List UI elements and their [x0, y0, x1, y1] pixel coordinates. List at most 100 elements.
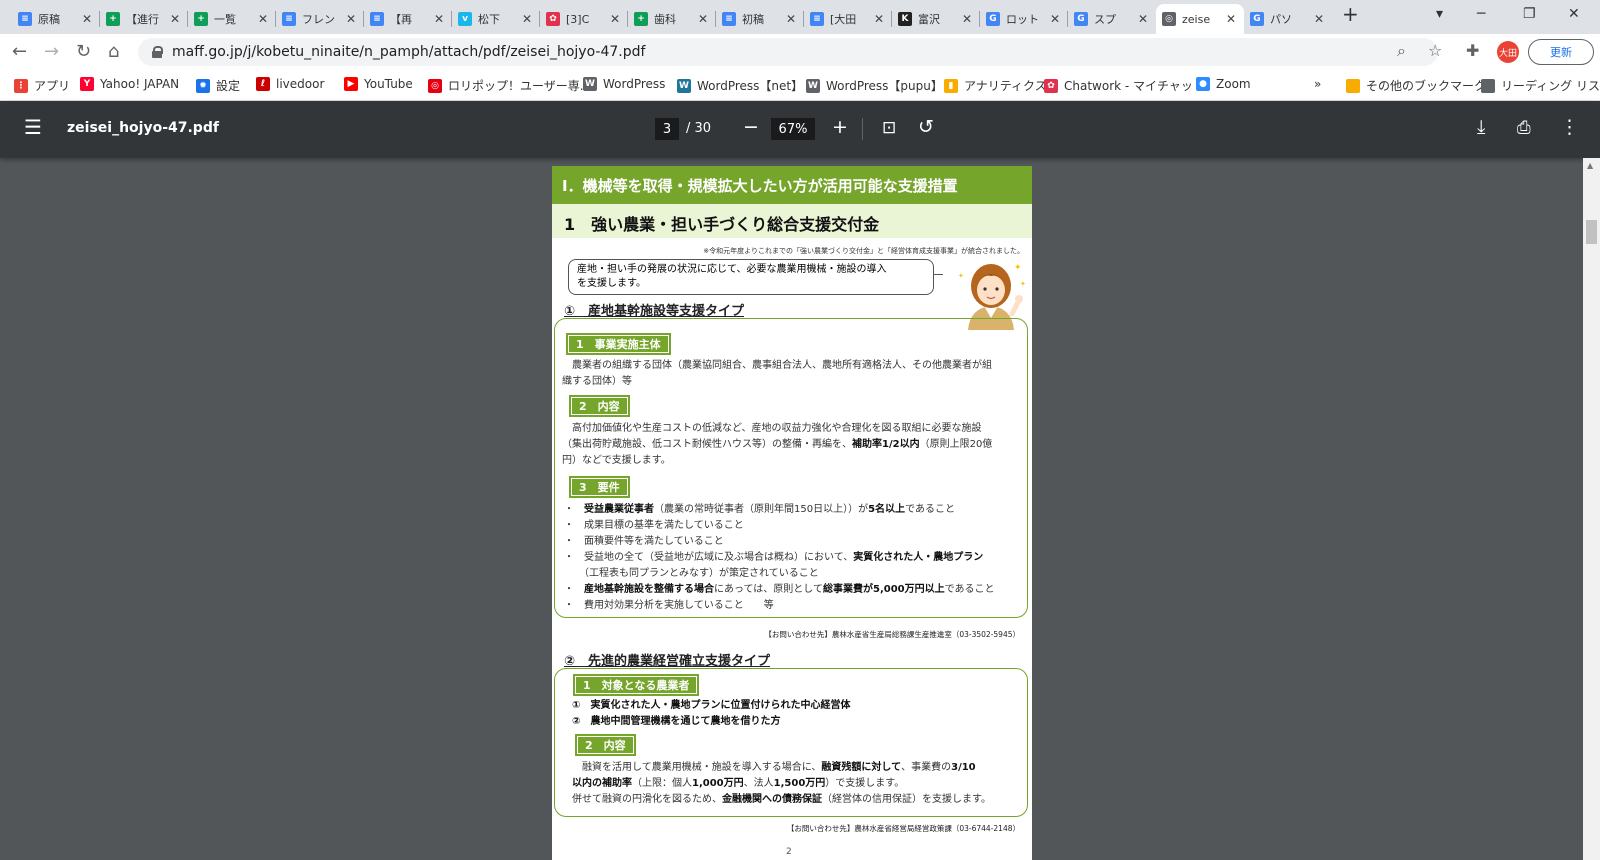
- pdf-page: Ⅰ．機械等を取得・規模拡大したい方が活用可能な支援措置 1 強い農業・担い手づく…: [552, 166, 1032, 860]
- tab-title: ロット: [1006, 13, 1039, 26]
- tab-favicon-icon: ≡: [18, 12, 32, 26]
- close-tab-icon[interactable]: ✕: [346, 12, 356, 26]
- menu-icon[interactable]: ☰: [24, 115, 42, 139]
- bookmark-item[interactable]: ✹ 設定: [196, 77, 240, 94]
- browser-tab[interactable]: ◎ zeise ✕: [1156, 4, 1244, 34]
- body-text: ① 実質化された人・農地プランに位置付けられた中心経営体 ② 農地中間管理機構を…: [572, 700, 851, 727]
- browser-tab[interactable]: G スプ ✕: [1068, 4, 1154, 34]
- browser-tab[interactable]: + 歯科 ✕: [628, 4, 714, 34]
- fit-page-icon[interactable]: ⊡: [882, 118, 896, 138]
- bookmark-item[interactable]: ▮ アナリティクス: [944, 77, 1047, 94]
- body-text: 農業者の組織する団体（農業協同組合、農事組合法人、農地所有適格法人、その他農業者…: [562, 360, 992, 387]
- browser-tab[interactable]: K 富沢 ✕: [892, 4, 978, 34]
- tab-favicon-icon: +: [106, 12, 120, 26]
- bubble-line: 産地・担い手の発展の状況に応じて、必要な農業用機械・施設の導入: [577, 264, 887, 275]
- section-title: ① 産地基幹施設等支援タイプ: [564, 304, 745, 319]
- close-tab-icon[interactable]: ✕: [82, 12, 92, 26]
- close-tab-icon[interactable]: ✕: [434, 12, 444, 26]
- bookmark-label: その他のブックマーク: [1366, 79, 1487, 93]
- bookmark-label: livedoor: [276, 77, 325, 91]
- more-bookmarks-button[interactable]: »: [1314, 77, 1321, 91]
- close-tab-icon[interactable]: ✕: [962, 12, 972, 26]
- bookmark-item[interactable]: ⋮ アプリ: [14, 77, 70, 94]
- bookmark-item[interactable]: ✿ Chatwork - マイチャット: [1044, 77, 1205, 94]
- close-tab-icon[interactable]: ✕: [874, 12, 884, 26]
- bookmark-label: YouTube: [364, 77, 413, 91]
- browser-tab[interactable]: ≡ フレン ✕: [276, 4, 362, 34]
- pdf-toolbar: ☰ zeisei_hojyo-47.pdf 3 / 30 − 67% + ⊡ ↺…: [0, 101, 1600, 158]
- tab-search-icon[interactable]: ▾: [1436, 6, 1443, 22]
- browser-tab[interactable]: G パソ ✕: [1244, 4, 1330, 34]
- bookmark-item[interactable]: W WordPress: [583, 77, 665, 91]
- close-tab-icon[interactable]: ✕: [1226, 12, 1236, 26]
- bookmark-label: Chatwork - マイチャット: [1064, 79, 1205, 93]
- bookmark-item[interactable]: ▶ YouTube: [344, 77, 413, 91]
- toolbar-divider: [862, 118, 863, 140]
- tab-separator: [803, 11, 804, 27]
- reload-icon[interactable]: ↻: [76, 41, 91, 62]
- tab-separator: [99, 11, 100, 27]
- browser-tab[interactable]: ≡ [大田 ✕: [804, 4, 890, 34]
- close-tab-icon[interactable]: ✕: [522, 12, 532, 26]
- bookmark-item[interactable]: ℓ livedoor: [256, 77, 324, 91]
- reading-list-icon: [1481, 78, 1495, 93]
- forward-icon[interactable]: →: [44, 41, 59, 62]
- tab-separator: [715, 11, 716, 27]
- bookmark-favicon-icon: W: [806, 78, 820, 93]
- close-tab-icon[interactable]: ✕: [170, 12, 180, 26]
- tab-separator: [539, 11, 540, 27]
- close-tab-icon[interactable]: ✕: [610, 12, 620, 26]
- bookmark-star-icon[interactable]: ☆: [1428, 41, 1442, 60]
- page-number-input[interactable]: 3: [655, 118, 679, 140]
- zoom-search-icon[interactable]: ⌕: [1397, 41, 1406, 61]
- close-tab-icon[interactable]: ✕: [1138, 12, 1148, 26]
- tab-favicon-icon: G: [1250, 12, 1264, 26]
- back-icon[interactable]: ←: [12, 41, 27, 62]
- reading-list-button[interactable]: リーディング リスト: [1481, 77, 1600, 94]
- scrollbar-thumb[interactable]: [1586, 220, 1597, 244]
- close-tab-icon[interactable]: ✕: [1314, 12, 1324, 26]
- address-bar[interactable]: maff.go.jp/j/kobetu_ninaite/n_pamph/atta…: [138, 38, 1438, 66]
- address-toolbar: ← → ↻ ⌂ maff.go.jp/j/kobetu_ninaite/n_pa…: [0, 34, 1600, 70]
- minimize-button[interactable]: ─: [1477, 6, 1485, 22]
- bookmark-favicon-icon: ℓ: [256, 77, 270, 91]
- browser-tab[interactable]: ≡ 初稿 ✕: [716, 4, 802, 34]
- print-icon[interactable]: ⎙: [1517, 118, 1531, 138]
- zoom-in-icon[interactable]: +: [832, 116, 848, 138]
- restore-button[interactable]: ❐: [1523, 6, 1536, 22]
- lock-icon[interactable]: [152, 46, 163, 58]
- home-icon[interactable]: ⌂: [108, 41, 119, 62]
- close-tab-icon[interactable]: ✕: [258, 12, 268, 26]
- tab-title: 【再: [390, 13, 412, 26]
- browser-tab[interactable]: v 松下 ✕: [452, 4, 538, 34]
- more-options-icon[interactable]: ⋮: [1560, 116, 1579, 138]
- download-icon[interactable]: ⤓: [1477, 116, 1485, 138]
- bookmark-item[interactable]: ● Zoom: [1196, 77, 1251, 91]
- bookmark-item[interactable]: ◎ ロリポップ！ユーザー専...: [428, 77, 591, 94]
- bookmark-item[interactable]: Y Yahoo! JAPAN: [80, 77, 179, 91]
- close-tab-icon[interactable]: ✕: [1050, 12, 1060, 26]
- extensions-icon[interactable]: ✚: [1466, 41, 1479, 60]
- tab-separator: [627, 11, 628, 27]
- browser-tab[interactable]: ✿ [3]C ✕: [540, 4, 626, 34]
- tab-title: 富沢: [918, 13, 940, 26]
- close-window-button[interactable]: ✕: [1568, 6, 1580, 22]
- scroll-up-icon[interactable]: ▲: [1587, 161, 1593, 170]
- browser-tab[interactable]: G ロット ✕: [980, 4, 1066, 34]
- browser-tab[interactable]: + 【進行 ✕: [100, 4, 186, 34]
- avatar[interactable]: 大田: [1497, 41, 1519, 63]
- rotate-icon[interactable]: ↺: [918, 116, 934, 138]
- browser-tab[interactable]: ≡ 原稿 ✕: [12, 4, 98, 34]
- bookmark-item[interactable]: W WordPress【net】: [677, 77, 803, 94]
- other-bookmarks-folder[interactable]: その他のブックマーク: [1346, 77, 1486, 94]
- zoom-out-icon[interactable]: −: [743, 116, 759, 138]
- browser-tab[interactable]: + 一覧 ✕: [188, 4, 274, 34]
- new-tab-button[interactable]: +: [1342, 2, 1359, 26]
- update-button[interactable]: 更新: [1528, 39, 1594, 65]
- zoom-level-input[interactable]: 67%: [771, 118, 815, 140]
- close-tab-icon[interactable]: ✕: [698, 12, 708, 26]
- browser-tab[interactable]: ≡ 【再 ✕: [364, 4, 450, 34]
- scrollbar[interactable]: ▲: [1583, 158, 1600, 860]
- close-tab-icon[interactable]: ✕: [786, 12, 796, 26]
- bookmark-item[interactable]: W WordPress【pupu】: [806, 77, 943, 94]
